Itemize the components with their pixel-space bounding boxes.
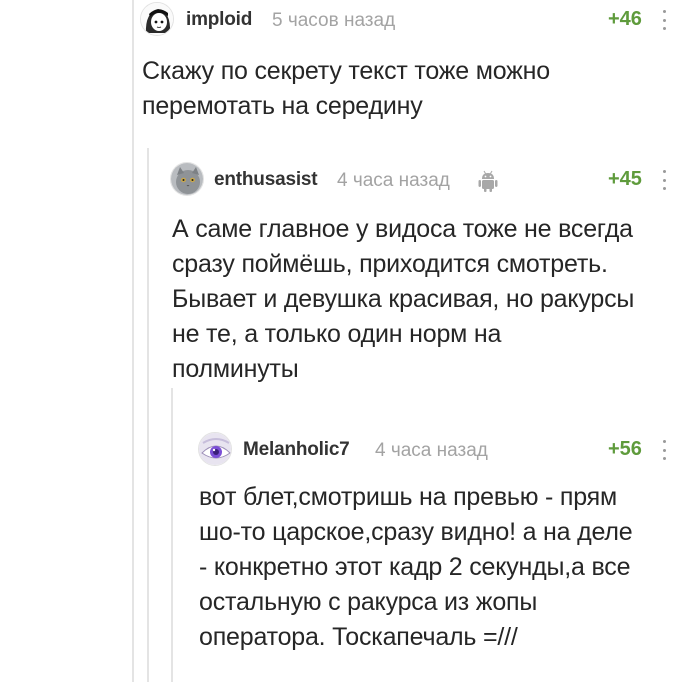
more-options-icon[interactable]: [661, 170, 667, 190]
comment-author[interactable]: enthusasist: [214, 169, 318, 191]
more-options-icon[interactable]: [661, 440, 667, 460]
avatar[interactable]: [198, 432, 232, 466]
comment: Melanholic7 4 часа назад +56 вот блет,см…: [198, 430, 700, 682]
more-options-icon[interactable]: [661, 10, 667, 30]
avatar[interactable]: [140, 2, 174, 36]
comment-text: А саме главное у видоса тоже не всегда с…: [172, 215, 635, 383]
comment: enthusasist 4 часа назад +45 А саме глав…: [170, 160, 700, 390]
comment-rating: +56: [608, 438, 642, 460]
comment-rating: +46: [608, 8, 642, 30]
thread-line: [132, 0, 134, 682]
comment-text: Скажу по секрету текст тоже можно перемо…: [142, 57, 550, 120]
anime-girl-avatar-icon: [141, 3, 173, 35]
comment-text: вот блет,смотришь на превью - прям шо-то…: [199, 483, 633, 651]
thread-line: [171, 388, 173, 682]
comment: imploid 5 часов назад +46 Скажу по секре…: [140, 0, 700, 140]
comment-time[interactable]: 4 часа назад: [337, 170, 450, 192]
comment-author[interactable]: Melanholic7: [243, 439, 350, 461]
purple-eye-avatar-icon: [199, 433, 231, 465]
comment-time[interactable]: 5 часов назад: [272, 10, 395, 32]
comment-author[interactable]: imploid: [186, 9, 252, 31]
comment-rating: +45: [608, 168, 642, 190]
android-icon: [478, 170, 498, 192]
comment-time[interactable]: 4 часа назад: [375, 440, 488, 462]
thread-line: [147, 148, 149, 682]
cat-avatar-icon: [171, 163, 203, 195]
avatar[interactable]: [170, 162, 204, 196]
